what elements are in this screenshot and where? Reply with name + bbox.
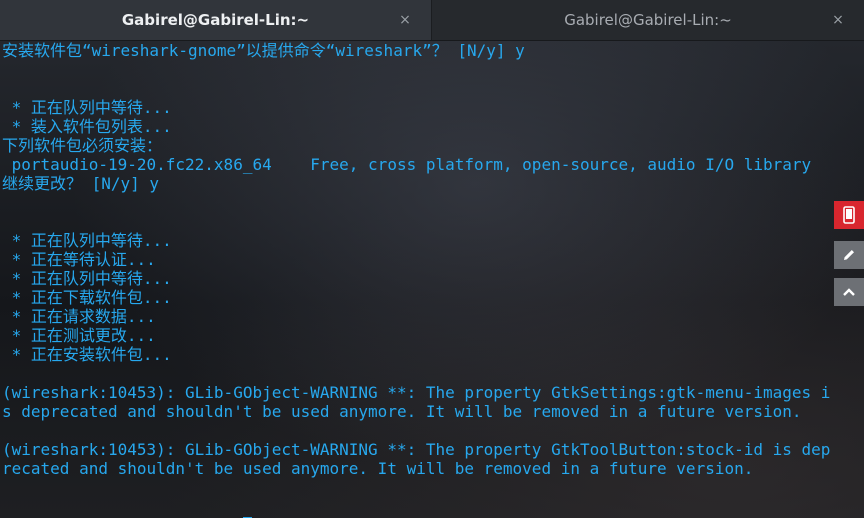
close-icon[interactable]: × xyxy=(828,10,848,30)
terminal-lines: 安装软件包“wireshark-gnome”以提供命令“wireshark”？ … xyxy=(2,41,830,518)
terminal-line: * 装入软件包列表... xyxy=(2,117,172,136)
tab-title: Gabirel@Gabirel-Lin:~ xyxy=(564,11,732,29)
tab-title: Gabirel@Gabirel-Lin:~ xyxy=(121,11,310,29)
terminal-line: * 正在队列中等待... xyxy=(2,98,172,117)
terminal-line: recated and shouldn't be used anymore. I… xyxy=(2,459,754,478)
close-icon[interactable]: × xyxy=(395,10,415,30)
terminal-line: * 正在请求数据... xyxy=(2,307,156,326)
terminal-line: (wireshark:10453): GLib-GObject-WARNING … xyxy=(2,383,831,402)
terminal-line: portaudio-19-20.fc22.x86_64 Free, cross … xyxy=(2,155,812,174)
terminal-line: * 正在等待认证... xyxy=(2,250,156,269)
terminal-line: * 正在队列中等待... xyxy=(2,269,172,288)
terminal-line: * 正在队列中等待... xyxy=(2,231,172,250)
terminal-line: * 正在下载软件包... xyxy=(2,288,172,307)
terminal-output[interactable]: 安装软件包“wireshark-gnome”以提供命令“wireshark”？ … xyxy=(0,41,864,518)
edit-button[interactable] xyxy=(834,241,864,269)
terminal-line: * 正在测试更改... xyxy=(2,326,156,345)
terminal-line: * 正在安装软件包... xyxy=(2,345,172,364)
tab-terminal-2[interactable]: Gabirel@Gabirel-Lin:~ × xyxy=(432,0,864,40)
terminal-line: 继续更改？ [N/y] y xyxy=(2,174,160,193)
pencil-icon xyxy=(844,250,854,260)
mobile-button[interactable] xyxy=(834,201,864,229)
mobile-icon xyxy=(843,206,855,224)
terminal-line: (wireshark:10453): GLib-GObject-WARNING … xyxy=(2,440,831,459)
terminal-line: 下列软件包必须安装： xyxy=(2,136,163,155)
terminal-line: 安装软件包“wireshark-gnome”以提供命令“wireshark”？ … xyxy=(2,41,525,60)
terminal-line: s deprecated and shouldn't be used anymo… xyxy=(2,402,802,421)
scroll-top-button[interactable] xyxy=(834,278,864,306)
tab-terminal-1[interactable]: Gabirel@Gabirel-Lin:~ × xyxy=(0,0,432,40)
chevron-up-icon xyxy=(843,288,855,296)
tab-bar: Gabirel@Gabirel-Lin:~ × Gabirel@Gabirel-… xyxy=(0,0,864,41)
